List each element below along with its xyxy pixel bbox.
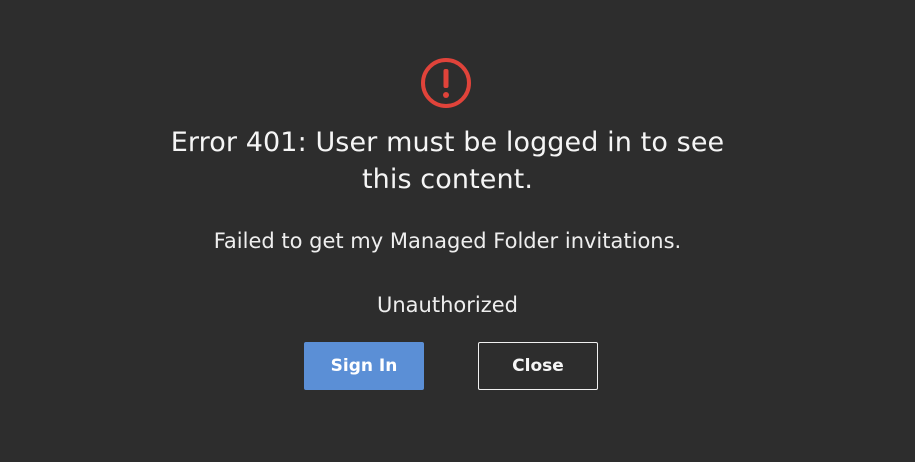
- error-reason: Unauthorized: [377, 293, 518, 317]
- error-icon: [420, 57, 472, 109]
- error-title: Error 401: User must be logged in to see…: [170, 127, 725, 195]
- error-message: Failed to get my Managed Folder invitati…: [213, 229, 682, 253]
- sign-in-button[interactable]: Sign In: [304, 342, 424, 390]
- error-dialog: Error 401: User must be logged in to see…: [0, 0, 915, 462]
- close-button[interactable]: Close: [478, 342, 598, 390]
